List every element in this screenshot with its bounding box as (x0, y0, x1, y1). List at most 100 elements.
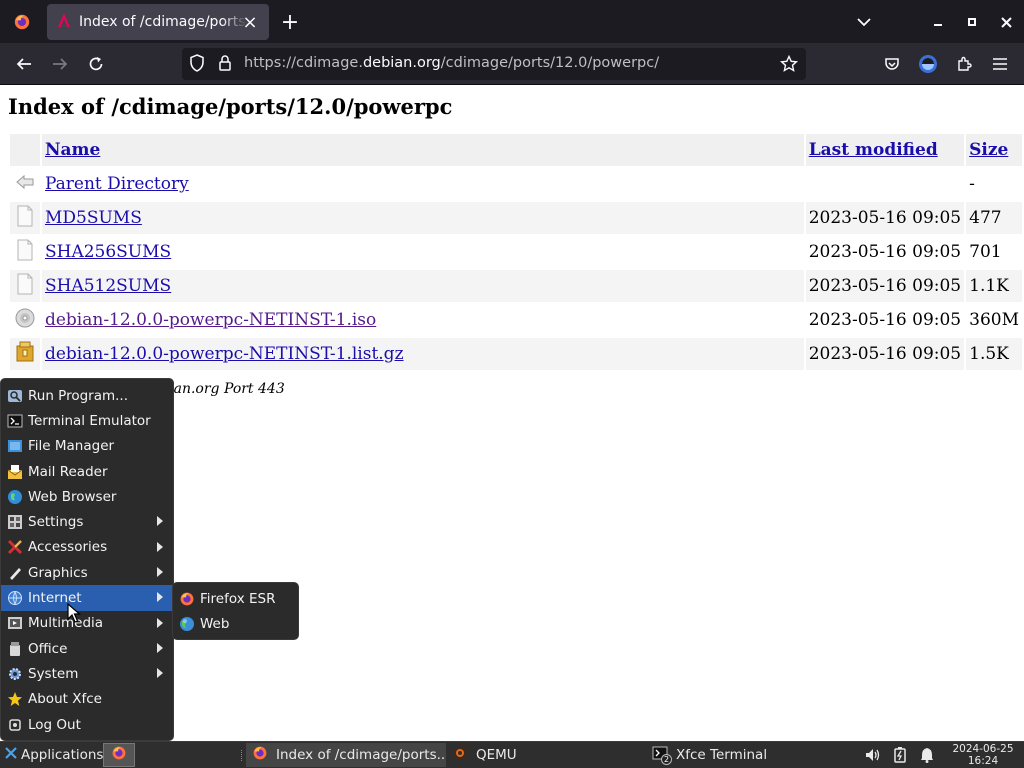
clock[interactable]: 2024-06-25 16:24 (944, 743, 1022, 767)
close-icon[interactable]: × (241, 12, 259, 33)
menu-item-system[interactable]: System (1, 661, 173, 686)
hamburger-menu-icon[interactable] (986, 50, 1014, 78)
battery-icon[interactable] (891, 746, 909, 764)
globe-icon (178, 615, 195, 632)
new-tab-button[interactable]: + (277, 8, 303, 36)
file-manager-icon (6, 438, 23, 455)
file-size-cell: - (969, 174, 975, 194)
internet-icon (6, 590, 23, 607)
volume-icon[interactable] (864, 746, 882, 764)
submenu-arrow-icon (157, 516, 163, 527)
close-icon[interactable] (994, 10, 1018, 34)
file-modified-cell: 2023-05-16 09:05 (808, 242, 962, 262)
file-name-cell: SHA256SUMS (42, 236, 804, 268)
clock-date: 2024-06-25 (952, 743, 1014, 755)
qemu-icon (452, 745, 468, 765)
parent-directory-link[interactable]: Parent Directory (45, 174, 189, 194)
url-text: https://cdimage.debian.org/cdimage/ports… (244, 55, 659, 71)
task-label: QEMU (476, 747, 517, 763)
star-icon (6, 691, 23, 708)
menu-item-label: Run Program... (28, 387, 129, 404)
applications-menu-button[interactable]: Applications (0, 742, 103, 768)
firefox-icon[interactable] (0, 0, 43, 43)
file-name-cell: debian-12.0.0-powerpc-NETINST-1.iso (42, 304, 804, 336)
file-link[interactable]: debian-12.0.0-powerpc-NETINST-1.iso (45, 310, 376, 330)
office-icon (6, 640, 23, 657)
chevron-down-icon[interactable] (852, 10, 876, 34)
minimize-icon[interactable] (926, 10, 950, 34)
submenu-arrow-icon (157, 617, 163, 628)
reload-icon[interactable] (82, 50, 110, 78)
submenu-item-web[interactable]: Web (173, 611, 298, 636)
forward-arrow-icon[interactable] (46, 50, 74, 78)
file-modified-cell: 2023-05-16 09:05 (805, 338, 965, 370)
sort-by-name-link[interactable]: Name (45, 140, 100, 160)
logout-icon (6, 716, 23, 733)
menu-item-terminal-emulator[interactable]: Terminal Emulator (1, 408, 173, 433)
menu-item-label: System (28, 665, 79, 682)
submenu-item-label: Web (200, 615, 230, 632)
menu-item-web-browser[interactable]: Web Browser (1, 484, 173, 509)
menu-item-accessories[interactable]: Accessories (1, 535, 173, 560)
file-link[interactable]: SHA256SUMS (45, 242, 171, 262)
terminal-icon (6, 412, 23, 429)
menu-item-label: Log Out (28, 716, 81, 733)
menu-item-mail-reader[interactable]: Mail Reader (1, 459, 173, 484)
menu-item-label: File Manager (28, 438, 115, 455)
menu-item-label: About Xfce (28, 691, 102, 708)
menu-item-label: Mail Reader (28, 463, 108, 480)
file-modified-cell: 2023-05-16 09:05 (808, 310, 962, 330)
sort-by-size-link[interactable]: Size (969, 140, 1008, 160)
menu-item-office[interactable]: Office (1, 636, 173, 661)
menu-item-log-out[interactable]: Log Out (1, 712, 173, 737)
url-bar[interactable]: https://cdimage.debian.org/cdimage/ports… (182, 48, 806, 80)
lock-icon[interactable] (218, 54, 232, 76)
notification-bell-icon[interactable] (918, 746, 936, 764)
system-icon (6, 665, 23, 682)
debian-favicon (57, 12, 71, 32)
firefox-launcher[interactable] (103, 743, 135, 767)
menu-item-label: Office (28, 640, 68, 657)
menu-item-label: Web Browser (28, 488, 117, 505)
file-size-cell: 477 (966, 202, 1022, 234)
menu-item-run-program[interactable]: Run Program... (1, 383, 173, 408)
menu-item-multimedia[interactable]: Multimedia (1, 611, 173, 636)
table-row: MD5SUMS 2023-05-16 09:05 477 (10, 202, 1022, 234)
extensions-icon[interactable] (950, 50, 978, 78)
pocket-icon[interactable] (878, 50, 906, 78)
back-folder-icon (10, 168, 40, 200)
back-arrow-icon[interactable] (10, 50, 38, 78)
shield-icon[interactable] (189, 54, 205, 76)
submenu-arrow-icon (157, 642, 163, 653)
account-icon[interactable] (914, 50, 942, 78)
mail-icon (6, 463, 23, 480)
taskbar-task-terminal[interactable]: 2 Xfce Terminal (646, 743, 842, 767)
taskbar-task-firefox[interactable]: Index of /cdimage/ports... (246, 743, 446, 767)
firefox-icon (252, 745, 268, 765)
star-icon[interactable] (778, 53, 800, 75)
menu-item-file-manager[interactable]: File Manager (1, 434, 173, 459)
applications-menu: Run Program... Terminal Emulator File Ma… (0, 378, 174, 741)
url-prefix: https://cdimage. (244, 55, 363, 71)
tab-active[interactable]: Index of /cdimage/ports/12.0/powerpc × (47, 4, 269, 40)
menu-item-settings[interactable]: Settings (1, 509, 173, 534)
menu-item-graphics[interactable]: Graphics (1, 560, 173, 585)
file-modified-cell: 2023-05-16 09:05 (805, 270, 965, 302)
file-link[interactable]: MD5SUMS (45, 208, 142, 228)
text-file-icon (10, 270, 40, 302)
sort-by-modified-link[interactable]: Last modified (809, 140, 938, 160)
file-link[interactable]: debian-12.0.0-powerpc-NETINST-1.list.gz (45, 344, 404, 364)
menu-item-about-xfce[interactable]: About Xfce (1, 687, 173, 712)
task-label: Xfce Terminal (676, 747, 768, 763)
archive-icon (10, 338, 40, 370)
submenu-item-firefox-esr[interactable]: Firefox ESR (173, 586, 298, 611)
clock-time: 16:24 (967, 755, 999, 767)
menu-item-internet[interactable]: Internet (1, 585, 173, 611)
file-size-cell: 1.1K (966, 270, 1022, 302)
terminal-icon: 2 (652, 745, 672, 765)
taskbar-separator (241, 750, 244, 761)
maximize-icon[interactable] (960, 10, 984, 34)
taskbar-task-qemu[interactable]: QEMU (446, 743, 646, 767)
text-file-icon (10, 202, 40, 234)
file-link[interactable]: SHA512SUMS (45, 276, 171, 296)
